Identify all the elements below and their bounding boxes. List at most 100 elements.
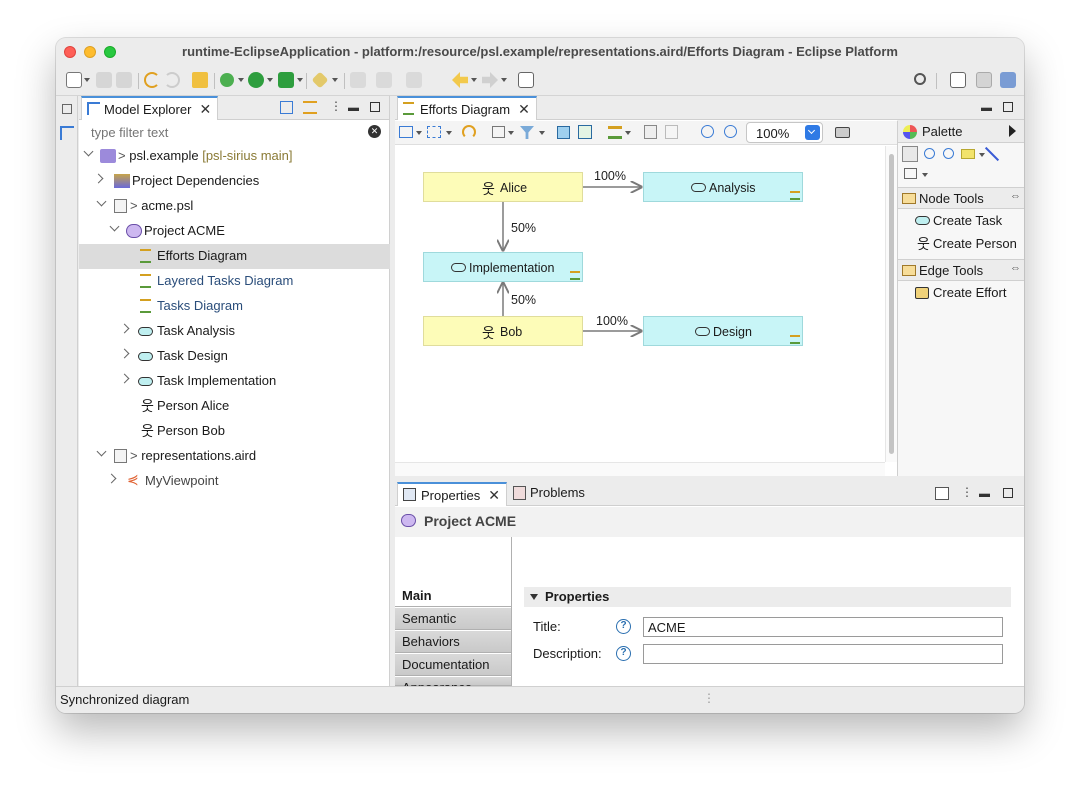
chevron-down-icon[interactable] bbox=[84, 78, 90, 82]
save-icon[interactable] bbox=[96, 72, 112, 88]
palette-drawer-edge-tools[interactable]: Edge Tools ⇔ bbox=[898, 259, 1024, 281]
palette-item-create-task[interactable]: Create Task bbox=[898, 210, 1024, 232]
tree-item-person-bob[interactable]: 웃 Person Bob bbox=[79, 419, 390, 444]
link-with-editor-icon[interactable] bbox=[303, 101, 317, 114]
chevron-down-icon[interactable] bbox=[539, 131, 545, 135]
paste-format-icon[interactable] bbox=[665, 125, 678, 139]
description-field[interactable] bbox=[643, 644, 1003, 664]
outline-icon[interactable] bbox=[60, 126, 74, 140]
sirius-perspective-icon[interactable] bbox=[976, 72, 992, 88]
close-icon[interactable]: ✕ bbox=[518, 101, 530, 117]
run-icon[interactable] bbox=[248, 72, 264, 88]
tab-behaviors[interactable]: Behaviors bbox=[395, 631, 511, 653]
chevron-down-icon[interactable] bbox=[238, 78, 244, 82]
layers-icon[interactable] bbox=[557, 126, 570, 139]
new-wizard-icon[interactable] bbox=[66, 72, 82, 88]
view-menu-icon[interactable]: ⋮ bbox=[961, 485, 973, 499]
minimize-icon[interactable]: ▬ bbox=[348, 102, 359, 114]
filter-input[interactable] bbox=[87, 122, 367, 142]
pin-icon[interactable]: ⇔ bbox=[1010, 190, 1021, 202]
tab-model-explorer[interactable]: Model Explorer ✕ bbox=[81, 96, 219, 120]
palette-item-create-person[interactable]: 웃 Create Person bbox=[898, 233, 1024, 255]
chevron-right-icon[interactable] bbox=[119, 373, 130, 384]
zoom-in-icon[interactable] bbox=[701, 125, 714, 138]
chevron-down-icon[interactable] bbox=[530, 594, 538, 600]
tree-layout-icon[interactable] bbox=[608, 126, 622, 139]
close-icon[interactable]: ✕ bbox=[199, 101, 211, 117]
search-icon[interactable] bbox=[914, 73, 926, 85]
chevron-down-icon[interactable] bbox=[96, 446, 107, 457]
chevron-down-icon[interactable] bbox=[332, 78, 338, 82]
tab-main[interactable]: Main bbox=[395, 585, 511, 607]
clear-filter-icon[interactable]: ✕ bbox=[368, 125, 381, 138]
properties-section-header[interactable]: Properties bbox=[524, 587, 1011, 607]
tree-item-project-dependencies[interactable]: Project Dependencies bbox=[79, 169, 390, 194]
tab-problems[interactable]: Problems bbox=[509, 482, 591, 506]
chevron-right-icon[interactable] bbox=[119, 323, 130, 334]
validate-icon[interactable] bbox=[578, 125, 592, 139]
note-attachment-icon[interactable] bbox=[984, 146, 1000, 162]
save-all-icon[interactable] bbox=[116, 72, 132, 88]
horizontal-scrollbar[interactable] bbox=[395, 462, 885, 476]
chevron-down-icon[interactable] bbox=[446, 131, 452, 135]
help-icon[interactable]: ? bbox=[616, 646, 631, 661]
tree-item-efforts-diagram[interactable]: Efforts Diagram bbox=[79, 244, 390, 269]
copy-format-icon[interactable] bbox=[644, 125, 657, 139]
tab-documentation[interactable]: Documentation bbox=[395, 654, 511, 676]
maximize-icon[interactable] bbox=[1003, 102, 1013, 112]
next-annotation-icon[interactable] bbox=[376, 72, 392, 88]
camera-icon[interactable] bbox=[835, 127, 850, 138]
tree-item-acme-psl[interactable]: > acme.psl bbox=[79, 194, 390, 219]
node-implementation[interactable]: Implementation bbox=[423, 252, 583, 282]
scrollbar-thumb[interactable] bbox=[889, 154, 894, 454]
tree-item-task-analysis[interactable]: Task Analysis bbox=[79, 319, 390, 344]
diagram-canvas[interactable]: 100% 50% 50% 100% 웃 Alice Analysis Imple… bbox=[395, 146, 885, 476]
tree-item-myviewpoint[interactable]: ⋞ MyViewpoint bbox=[79, 469, 390, 494]
node-analysis[interactable]: Analysis bbox=[643, 172, 803, 202]
layout-icon[interactable] bbox=[427, 126, 441, 138]
tree-item-task-implementation[interactable]: Task Implementation bbox=[79, 369, 390, 394]
chevron-right-icon[interactable] bbox=[1009, 125, 1016, 137]
open-perspective-icon[interactable] bbox=[518, 72, 534, 88]
palette-drawer-node-tools[interactable]: Node Tools ⇔ bbox=[898, 187, 1024, 209]
back-icon[interactable] bbox=[452, 72, 468, 88]
chevron-down-icon[interactable] bbox=[83, 146, 94, 157]
chevron-down-icon[interactable] bbox=[979, 153, 985, 157]
chevron-down-icon[interactable] bbox=[471, 78, 477, 82]
chevron-down-icon[interactable] bbox=[267, 78, 273, 82]
chevron-down-icon[interactable] bbox=[508, 131, 514, 135]
view-menu-icon[interactable]: ⋮ bbox=[330, 99, 342, 113]
filter-field[interactable]: ✕ bbox=[87, 122, 383, 142]
chevron-down-icon[interactable] bbox=[96, 196, 107, 207]
select-icon[interactable] bbox=[492, 126, 505, 138]
tab-semantic[interactable]: Semantic bbox=[395, 608, 511, 630]
collapse-all-icon[interactable] bbox=[280, 101, 293, 114]
annotation-icon[interactable] bbox=[350, 72, 366, 88]
refresh-icon[interactable] bbox=[462, 125, 476, 139]
chevron-down-icon[interactable] bbox=[416, 131, 422, 135]
zoom-out-icon[interactable] bbox=[724, 125, 737, 138]
zoom-out-tool-icon[interactable] bbox=[943, 148, 954, 159]
filter-icon[interactable] bbox=[520, 126, 534, 139]
open-perspective-icon[interactable] bbox=[950, 72, 966, 88]
chevron-down-icon[interactable] bbox=[297, 78, 303, 82]
chevron-right-icon[interactable] bbox=[119, 348, 130, 359]
selection-tool-icon[interactable] bbox=[902, 146, 918, 162]
pin-properties-icon[interactable] bbox=[935, 487, 949, 500]
close-icon[interactable]: ✕ bbox=[488, 487, 500, 503]
maximize-icon[interactable] bbox=[1003, 488, 1013, 498]
tree-item-psl-example[interactable]: > psl.example [psl-sirius main] bbox=[79, 144, 390, 169]
node-design[interactable]: Design bbox=[643, 316, 803, 346]
zoom-combo[interactable]: 100% bbox=[746, 122, 823, 143]
chevron-right-icon[interactable] bbox=[106, 473, 117, 484]
redo-icon[interactable] bbox=[164, 72, 180, 88]
vertical-scrollbar[interactable] bbox=[885, 146, 897, 462]
forward-icon[interactable] bbox=[482, 72, 498, 88]
zoom-in-tool-icon[interactable] bbox=[924, 148, 935, 159]
modeling-perspective-icon[interactable] bbox=[1000, 72, 1016, 88]
chevron-down-icon[interactable] bbox=[501, 78, 507, 82]
note-tool-icon[interactable] bbox=[961, 149, 975, 159]
tree-item-layered-tasks-diagram[interactable]: Layered Tasks Diagram bbox=[79, 269, 390, 294]
external-tools-icon[interactable] bbox=[278, 72, 294, 88]
node-bob[interactable]: 웃 Bob bbox=[423, 316, 583, 346]
